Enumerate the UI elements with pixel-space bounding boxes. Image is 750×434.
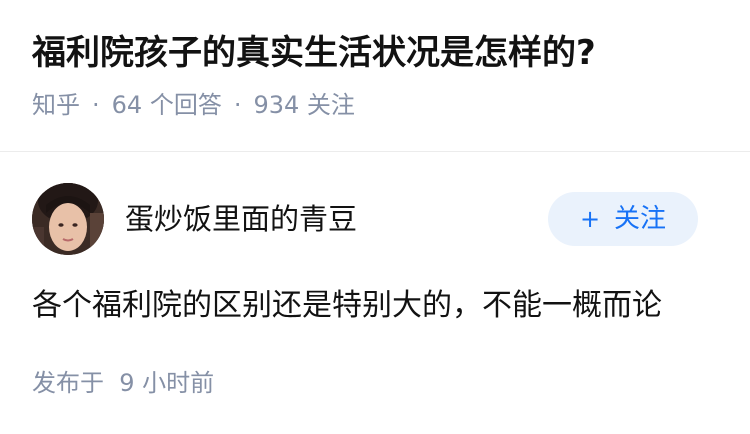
publish-time: 发布于 9 小时前 [32, 366, 214, 400]
publish-label: 发布于 [32, 369, 104, 397]
followers-count: 934 [253, 91, 300, 119]
question-meta: 知乎 · 64 个回答 · 934 关注 [32, 88, 722, 122]
source-label: 知乎 [32, 91, 80, 119]
follow-button-label: 关注 [614, 204, 667, 234]
author-name[interactable]: 蛋炒饭里面的青豆 [125, 199, 357, 239]
publish-time-value: 9 小时前 [119, 369, 215, 397]
answers-count: 64 [111, 91, 143, 119]
user-avatar-photo-icon [32, 183, 104, 255]
meta-separator: · [233, 91, 242, 119]
answer-content[interactable]: 各个福利院的区别还是特别大的，不能一概而论 [32, 285, 722, 327]
answers-label: 个回答 [149, 91, 222, 119]
answer-page: 福利院孩子的真实生活状况是怎样的? 知乎 · 64 个回答 · 934 关注 蛋炒饭里面… [0, 0, 750, 434]
author-avatar[interactable] [32, 183, 104, 255]
question-header: 福利院孩子的真实生活状况是怎样的? 知乎 · 64 个回答 · 934 关注 [32, 30, 722, 122]
followers-label: 关注 [306, 91, 355, 119]
follow-button[interactable]: + 关注 [548, 192, 698, 246]
question-title[interactable]: 福利院孩子的真实生活状况是怎样的? [32, 30, 722, 76]
author-row: 蛋炒饭里面的青豆 + 关注 [32, 183, 698, 255]
meta-separator: · [92, 91, 100, 119]
divider [0, 151, 750, 152]
plus-icon: + [579, 205, 601, 233]
